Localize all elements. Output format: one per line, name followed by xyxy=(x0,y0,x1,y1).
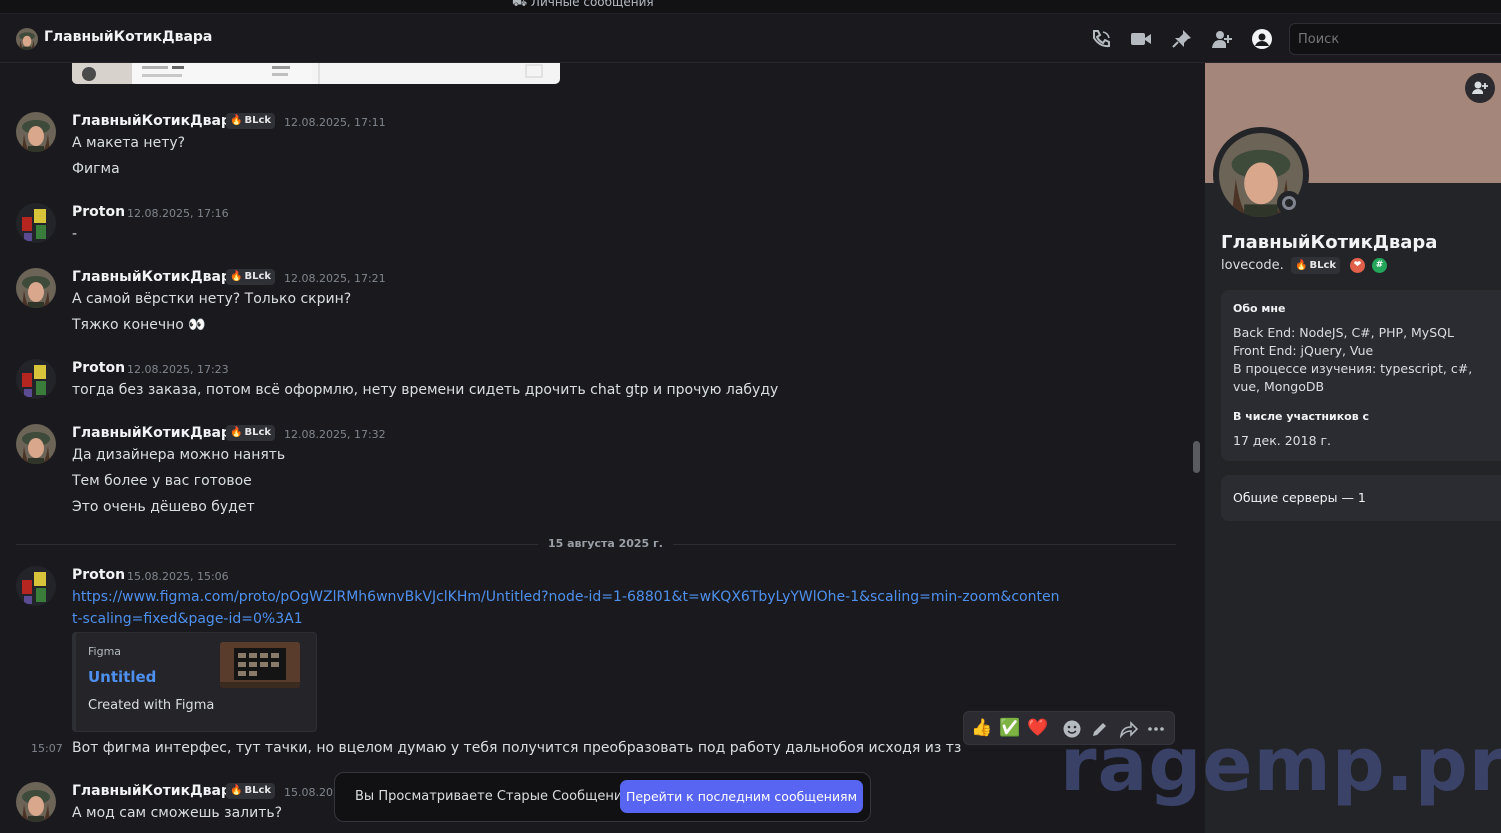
embed-thumbnail[interactable] xyxy=(220,642,300,688)
jump-to-latest-button[interactable]: Перейти к последним сообщениям xyxy=(620,780,863,813)
user-profile-panel: ГлавныйКотикДвара lovecode. 🔥 BLck ❤ # Об… xyxy=(1205,63,1501,833)
profile-handle[interactable]: lovecode. xyxy=(1221,258,1284,273)
message-timestamp: 12.08.2025, 17:11 xyxy=(284,116,386,129)
about-me-title: Обо мне xyxy=(1233,302,1286,315)
user-avatar[interactable] xyxy=(16,112,56,152)
mutual-servers-button[interactable]: Общие серверы — 1 xyxy=(1221,475,1501,521)
message-timestamp: 12.08.2025, 17:16 xyxy=(127,207,229,220)
flame-icon: 🔥 xyxy=(230,427,243,438)
message-text: Это очень дёшево будет xyxy=(72,499,255,515)
window-titlebar: ⛟ Личные сообщения xyxy=(0,0,1501,14)
header-username[interactable]: ГлавныйКотикДвара xyxy=(44,29,212,45)
add-friend-icon[interactable] xyxy=(1465,73,1495,103)
image-attachment-preview[interactable] xyxy=(72,63,560,84)
search-input[interactable] xyxy=(1289,23,1501,55)
message-text: - xyxy=(72,226,78,242)
user-tag-badge[interactable]: 🔥 BLck xyxy=(1291,257,1341,274)
message-author[interactable]: ГлавныйКотикДвара xyxy=(72,269,240,285)
flame-icon: 🔥 xyxy=(230,785,243,796)
message-text: А макета нету? xyxy=(72,135,186,151)
mutual-servers-label: Общие серверы — 1 xyxy=(1233,490,1366,505)
member-since-date: 17 дек. 2018 г. xyxy=(1233,433,1332,448)
user-tag-badge[interactable]: 🔥 BLck xyxy=(226,113,276,129)
message-timestamp: 15.08.202 xyxy=(284,786,340,799)
message-timestamp: 12.08.2025, 17:21 xyxy=(284,272,386,285)
bio-line: Front End: jQuery, Vue xyxy=(1233,343,1374,358)
user-avatar[interactable] xyxy=(16,268,56,308)
user-avatar[interactable] xyxy=(16,424,56,464)
message-author[interactable]: ГлавныйКотикДвара xyxy=(72,113,240,129)
user-tag-badge[interactable]: 🔥 BLck xyxy=(226,425,276,441)
hashtag-badge-icon[interactable]: # xyxy=(1372,258,1387,273)
bio-line: В процессе изучения: typescript, c#, vue… xyxy=(1233,361,1473,394)
profile-badge-icon[interactable]: ❤ xyxy=(1350,258,1365,273)
message-text: тогда без заказа, потом всё оформлю, нет… xyxy=(72,382,779,398)
message-text: Тяжко конечно 👀 xyxy=(72,317,206,333)
user-avatar[interactable] xyxy=(16,566,56,606)
embed-description: Created with Figma xyxy=(88,698,215,713)
message-author[interactable]: Proton xyxy=(72,567,125,583)
message-list[interactable]: ГлавныйКотикДвара 🔥 BLck 12.08.2025, 17:1… xyxy=(0,63,1204,833)
user-avatar[interactable] xyxy=(16,359,56,399)
add-friend-icon[interactable] xyxy=(1211,29,1233,49)
message-author[interactable]: ГлавныйКотикДвара xyxy=(72,783,240,799)
phone-call-icon[interactable] xyxy=(1090,29,1112,49)
message-text: Да дизайнера можно нанять xyxy=(72,447,286,463)
user-avatar[interactable] xyxy=(16,782,56,822)
embed-title[interactable]: Untitled xyxy=(88,668,156,686)
flame-icon: 🔥 xyxy=(1295,260,1308,271)
message-timestamp: 15.08.2025, 15:06 xyxy=(127,570,229,583)
reaction-heart[interactable]: ❤️ xyxy=(1027,717,1048,739)
profile-name: ГлавныйКотикДвара xyxy=(1221,232,1438,253)
message-author[interactable]: ГлавныйКотикДвара xyxy=(72,425,240,441)
message-text: Фигма xyxy=(72,161,120,177)
message-author[interactable]: Proton xyxy=(72,360,125,376)
member-since-title: В числе участников с xyxy=(1233,410,1370,423)
video-call-icon[interactable] xyxy=(1130,29,1152,49)
user-tag-badge[interactable]: 🔥 BLck xyxy=(226,269,276,285)
message-link[interactable]: https://www.figma.com/proto/pOgWZlRMh6wn… xyxy=(72,586,1062,630)
message-text: Вот фигма интерфес, тут тачки, но вцелом… xyxy=(72,740,962,756)
about-me-text: Back End: NodeJS, C#, PHP, MySQL Front E… xyxy=(1233,324,1495,396)
embed-provider[interactable]: Figma xyxy=(88,645,121,658)
message-hover-timestamp: 15:07 xyxy=(31,742,63,755)
message-text: А самой вёрстки нету? Только скрин? xyxy=(72,291,352,307)
window-title: ⛟ Личные сообщения xyxy=(512,0,654,9)
watermark: ragemp.pro xyxy=(1060,722,1501,808)
about-me-card: Обо мне Back End: NodeJS, C#, PHP, MySQL… xyxy=(1221,290,1501,461)
old-messages-banner: Вы Просматриваете Старые Сообщения Перей… xyxy=(334,772,871,822)
offline-status-icon xyxy=(1277,191,1301,215)
flame-icon: 🔥 xyxy=(230,271,243,282)
banner-text: Вы Просматриваете Старые Сообщения xyxy=(355,789,631,804)
message-text: Тем более у вас готовое xyxy=(72,473,252,489)
user-tag-badge[interactable]: 🔥 BLck xyxy=(226,783,276,799)
header-avatar[interactable] xyxy=(16,28,38,50)
pin-icon[interactable] xyxy=(1171,29,1193,49)
link-embed-card[interactable]: Figma Untitled Created with Figma xyxy=(72,632,317,732)
message-timestamp: 12.08.2025, 17:32 xyxy=(284,428,386,441)
scrollbar-thumb[interactable] xyxy=(1193,441,1200,473)
flame-icon: 🔥 xyxy=(230,115,243,126)
date-divider-label: 15 августа 2025 г. xyxy=(538,537,673,550)
reaction-thumbs-up[interactable]: 👍 xyxy=(971,717,992,739)
bio-line: Back End: NodeJS, C#, PHP, MySQL xyxy=(1233,325,1454,340)
user-profile-icon[interactable] xyxy=(1251,29,1273,49)
chat-header: ГлавныйКотикДвара xyxy=(0,15,1501,63)
message-timestamp: 12.08.2025, 17:23 xyxy=(127,363,229,376)
message-author[interactable]: Proton xyxy=(72,204,125,220)
reaction-check[interactable]: ✅ xyxy=(999,717,1020,739)
user-avatar[interactable] xyxy=(16,203,56,243)
message-text: А мод сам сможешь залить? xyxy=(72,805,283,821)
